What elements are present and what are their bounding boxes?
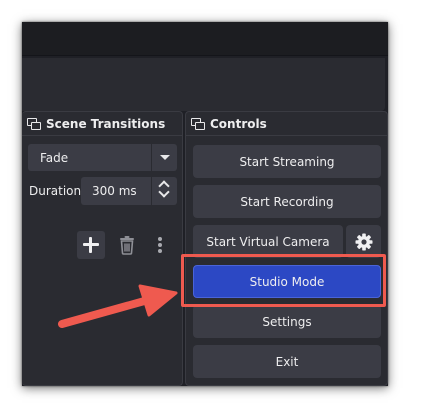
gear-icon — [355, 233, 372, 250]
add-transition-button[interactable] — [77, 231, 105, 259]
exit-button[interactable]: Exit — [193, 345, 381, 378]
transition-select[interactable]: Fade — [28, 144, 177, 171]
settings-button[interactable]: Settings — [193, 305, 381, 338]
controls-panel: Controls Start Streaming Start Recording… — [185, 111, 388, 386]
controls-title: Controls — [210, 116, 267, 131]
duration-value[interactable]: 300 ms — [92, 184, 137, 198]
duration-spinbox[interactable]: 300 ms — [81, 177, 177, 205]
transition-properties-button[interactable] — [153, 233, 167, 257]
upper-dock-area — [22, 58, 385, 111]
more-vertical-icon — [158, 235, 162, 255]
duration-label: Duration — [29, 184, 82, 198]
trash-icon — [120, 236, 134, 255]
controls-header: Controls — [186, 112, 387, 136]
dock-float-icon[interactable] — [191, 117, 205, 130]
start-recording-button[interactable]: Start Recording — [193, 185, 381, 218]
duration-stepper[interactable] — [151, 177, 177, 205]
chevron-down-icon[interactable] — [151, 144, 177, 171]
annotation-arrow-icon — [58, 284, 178, 328]
window-top-area — [22, 22, 388, 56]
studio-mode-highlight-box — [181, 254, 386, 307]
start-streaming-button[interactable]: Start Streaming — [193, 145, 381, 178]
dock-float-icon[interactable] — [27, 117, 41, 130]
scene-transitions-title: Scene Transitions — [46, 116, 166, 131]
scene-transitions-panel: Scene Transitions Fade Duration 300 ms — [22, 111, 183, 386]
remove-transition-button[interactable] — [116, 233, 138, 257]
scene-transitions-header: Scene Transitions — [22, 112, 182, 136]
transition-select-value: Fade — [40, 151, 69, 165]
